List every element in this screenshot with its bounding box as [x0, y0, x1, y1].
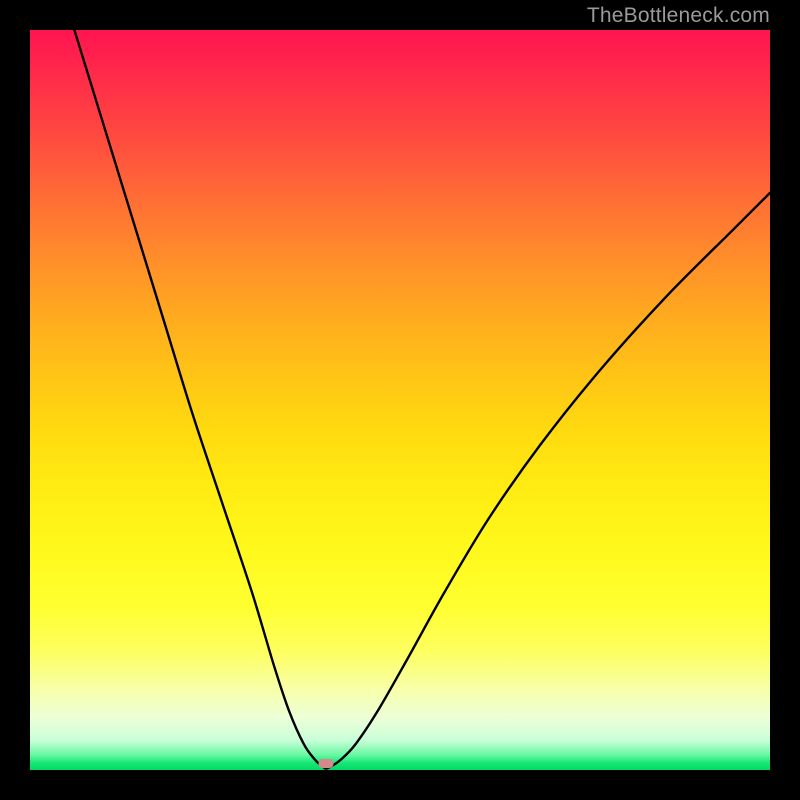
plot-area — [30, 30, 770, 770]
chart-frame: TheBottleneck.com — [0, 0, 800, 800]
bottleneck-curve — [30, 30, 770, 770]
optimum-marker — [319, 759, 334, 768]
watermark-text: TheBottleneck.com — [587, 4, 770, 28]
